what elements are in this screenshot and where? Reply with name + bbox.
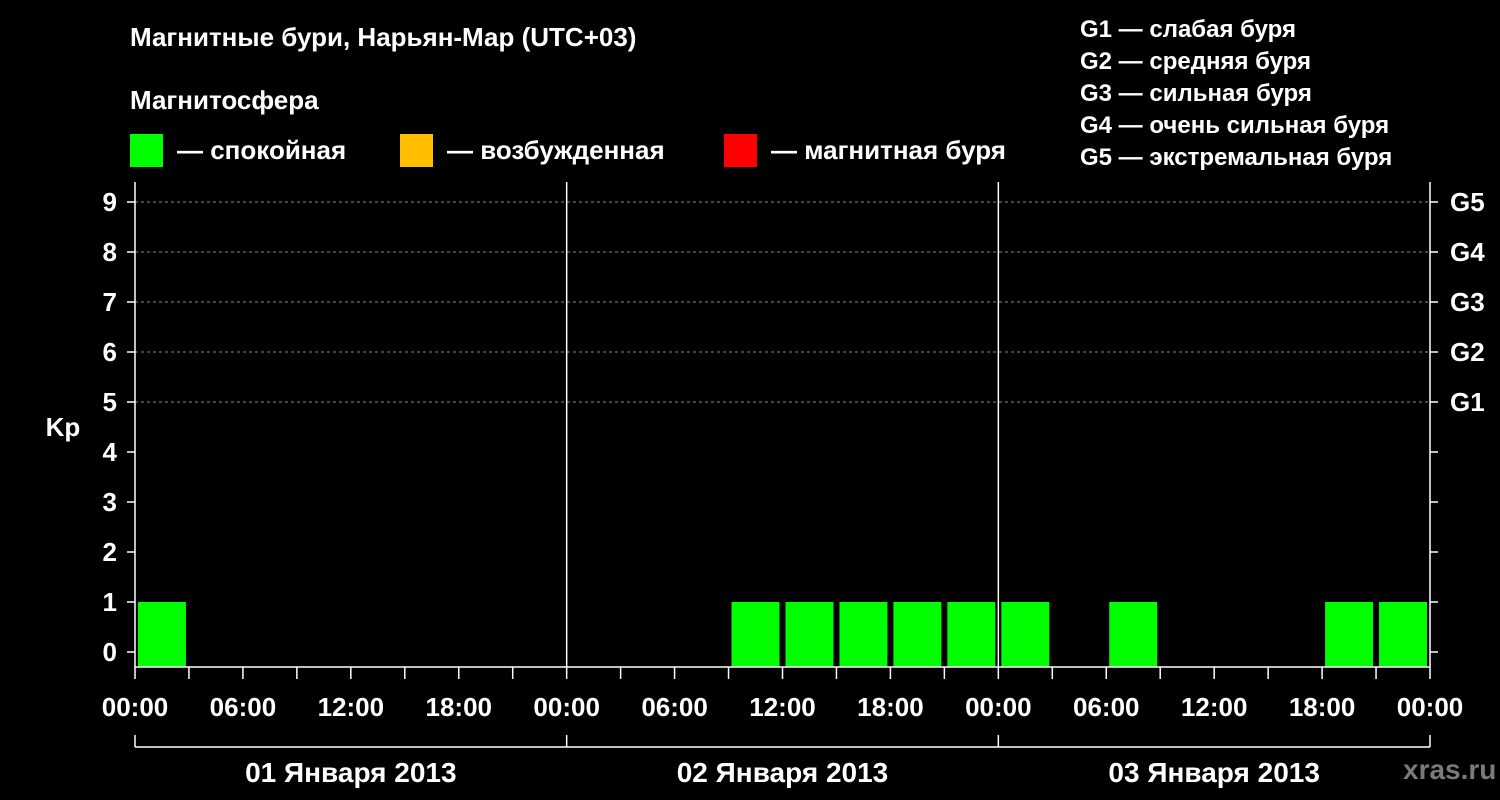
kp-bar [839,602,888,667]
kp-bar [1001,602,1050,667]
y-tick-label: 1 [103,587,117,617]
y-tick-label: 5 [103,387,117,417]
kp-bar [893,602,942,667]
y-tick-label: 6 [103,337,117,367]
x-tick-label: 18:00 [857,692,924,722]
kp-bar [947,602,996,667]
y-tick-label: 9 [103,187,117,217]
kp-bar [138,602,186,667]
g-level-label: G5 [1450,187,1485,217]
x-tick-label: 12:00 [1181,692,1248,722]
x-tick-label: 06:00 [641,692,708,722]
y-tick-label: 0 [103,637,117,667]
y-tick-label: 2 [103,537,117,567]
x-tick-label: 00:00 [1397,692,1464,722]
kp-bar [1325,602,1374,667]
x-tick-label: 00:00 [965,692,1032,722]
y-tick-label: 3 [103,487,117,517]
y-tick-label: 8 [103,237,117,267]
x-tick-label: 12:00 [318,692,385,722]
x-tick-label: 18:00 [1289,692,1356,722]
x-tick-label: 00:00 [102,692,169,722]
g-level-label: G4 [1450,237,1485,267]
x-tick-label: 12:00 [749,692,816,722]
kp-chart: 0 1 2 3 4 5 6 7 8 9 G1 G2 G3 G4 G5 Kp 00:00 06:00 12:00 18:… [46,182,1485,788]
g-level-label: G1 [1450,387,1485,417]
kp-bar [785,602,834,667]
day-label: 02 Января 2013 [677,757,889,788]
kp-bar [1109,602,1158,667]
watermark: xras.ru [1403,754,1497,785]
g-level-label: G2 [1450,337,1485,367]
day-label: 03 Января 2013 [1108,757,1320,788]
x-tick-label: 18:00 [426,692,493,722]
g-level-label: G3 [1450,287,1485,317]
x-tick-label: 00:00 [533,692,600,722]
y-tick-label: 7 [103,287,117,317]
y-axis-label: Kp [46,412,81,442]
x-tick-label: 06:00 [210,692,277,722]
x-tick-label: 06:00 [1073,692,1140,722]
kp-bar [1379,602,1427,667]
day-label: 01 Января 2013 [245,757,457,788]
kp-bar [731,602,780,667]
y-tick-label: 4 [103,437,118,467]
